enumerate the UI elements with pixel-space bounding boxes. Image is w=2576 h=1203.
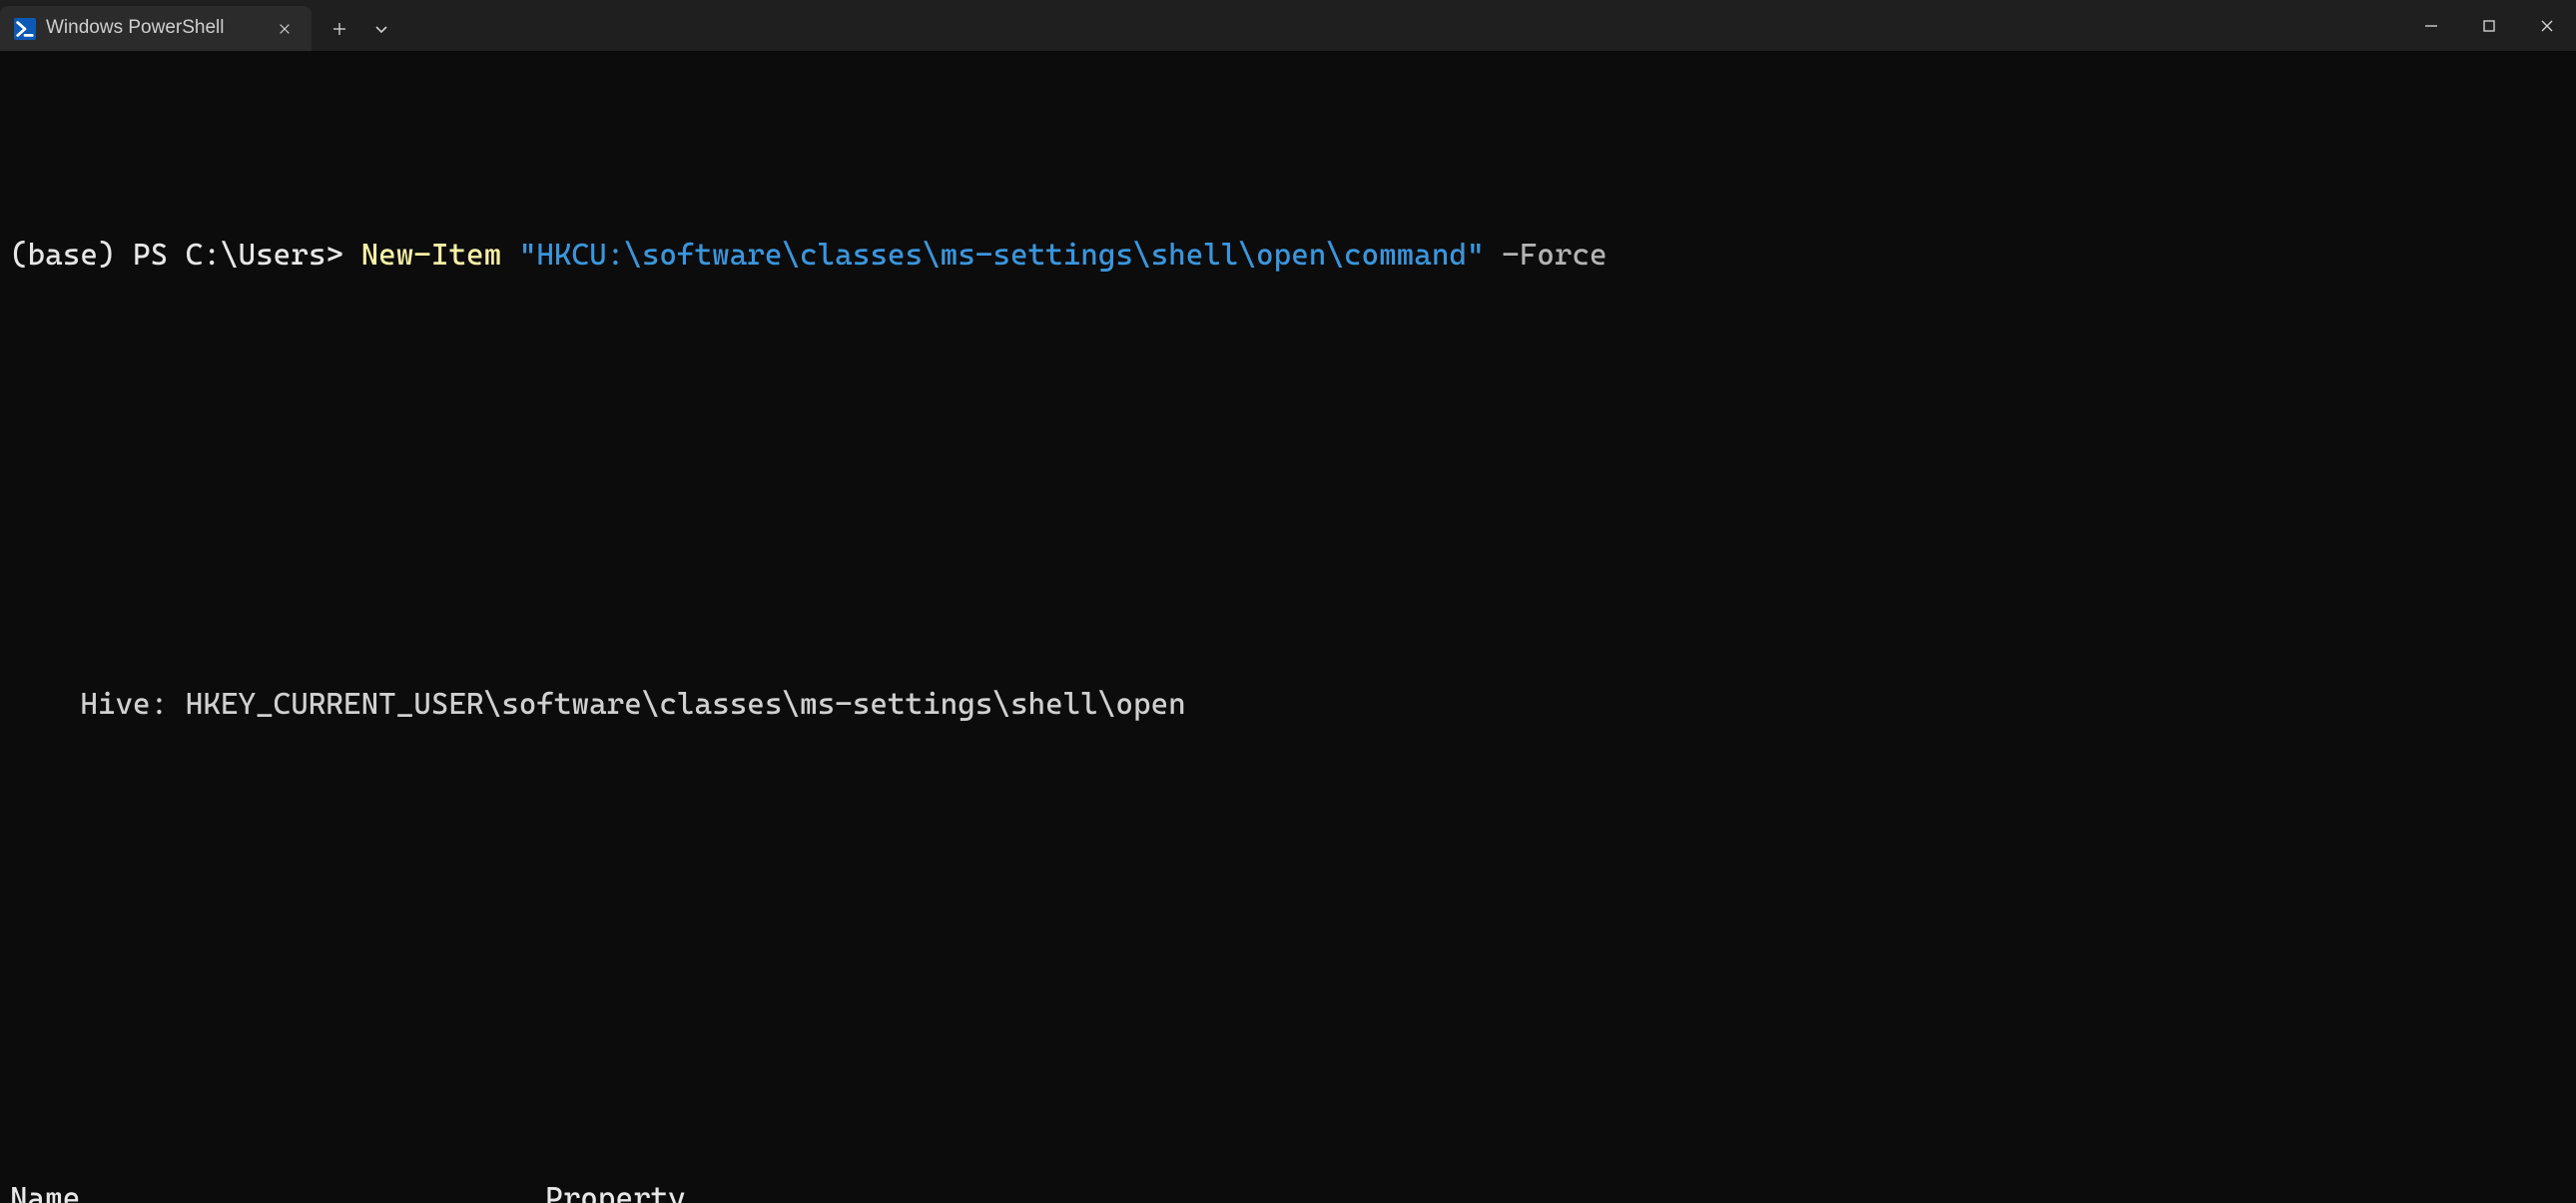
table-header-row: Name Property bbox=[10, 1176, 2566, 1203]
hive-line: Hive: HKEY_CURRENT_USER\software\classes… bbox=[10, 682, 2566, 727]
window-controls bbox=[2402, 0, 2576, 51]
tab-title: Windows PowerShell bbox=[46, 14, 264, 43]
close-window-button[interactable] bbox=[2518, 0, 2576, 51]
string-arg: "HKCU:\software\classes\ms-settings\shel… bbox=[519, 238, 1485, 273]
minimize-button[interactable] bbox=[2402, 0, 2460, 51]
cmdlet: New-Item bbox=[361, 238, 502, 273]
col-property: Property bbox=[545, 1181, 686, 1203]
flag: -Force bbox=[1502, 238, 1607, 273]
tab-dropdown-button[interactable] bbox=[367, 15, 395, 43]
col-name: Name bbox=[10, 1176, 217, 1203]
tab-powershell[interactable]: Windows PowerShell bbox=[0, 6, 312, 51]
terminal-output[interactable]: (base) PS C:\Users> New-Item "HKCU:\soft… bbox=[0, 51, 2576, 1203]
new-tab-button[interactable] bbox=[325, 15, 353, 43]
powershell-icon bbox=[14, 18, 36, 40]
tab-close-button[interactable] bbox=[274, 18, 296, 40]
title-bar: Windows PowerShell bbox=[0, 0, 2576, 51]
prompt: (base) PS C:\Users> bbox=[10, 238, 361, 273]
title-bar-drag-area[interactable] bbox=[409, 0, 2402, 51]
tab-actions bbox=[312, 6, 409, 51]
maximize-button[interactable] bbox=[2460, 0, 2518, 51]
command-line: (base) PS C:\Users> New-Item "HKCU:\soft… bbox=[10, 233, 2566, 278]
